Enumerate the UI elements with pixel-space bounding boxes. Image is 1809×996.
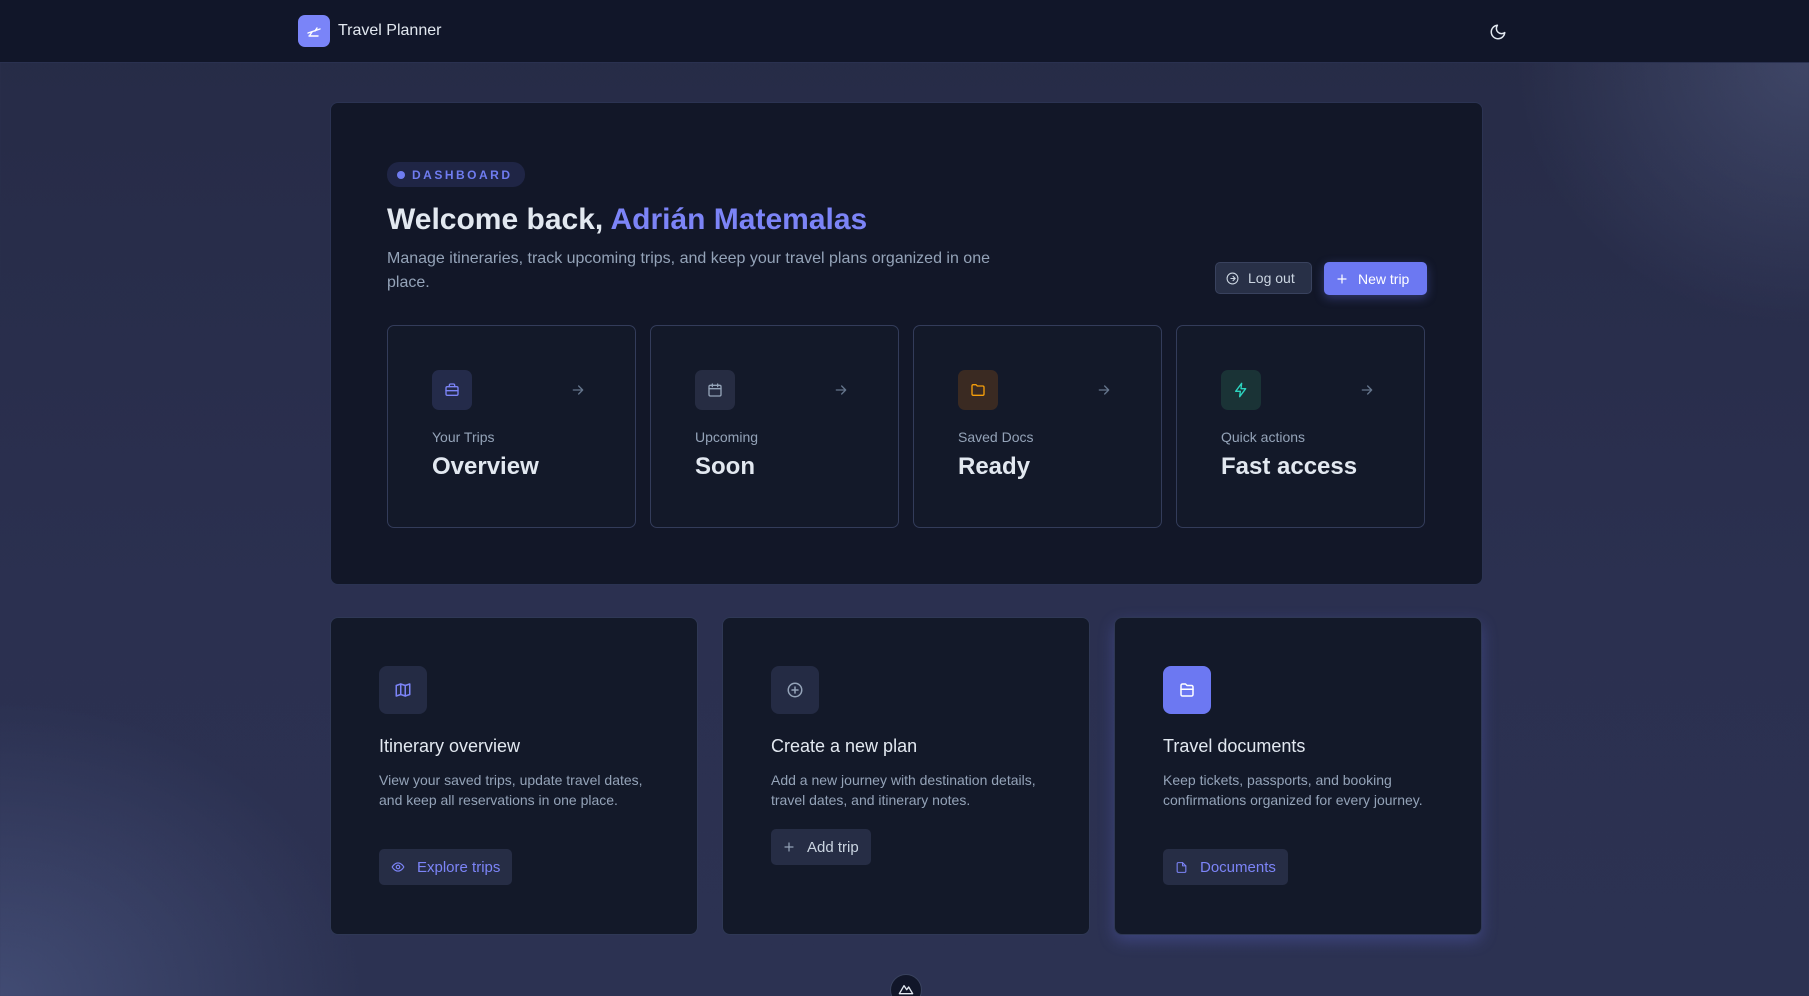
logout-label: Log out bbox=[1248, 270, 1295, 286]
plus-icon bbox=[1336, 273, 1348, 285]
logout-button[interactable]: Log out bbox=[1215, 262, 1312, 294]
stat-card-quick-actions[interactable]: Quick actions Fast access bbox=[1176, 325, 1425, 528]
create-plan-card: Create a new plan Add a new journey with… bbox=[722, 617, 1090, 935]
card-description: Keep tickets, passports, and booking con… bbox=[1163, 772, 1423, 808]
briefcase-icon bbox=[432, 370, 472, 410]
badge-label: DASHBOARD bbox=[412, 167, 513, 182]
mountain-icon[interactable] bbox=[890, 974, 922, 996]
explore-trips-label: Explore trips bbox=[417, 858, 501, 876]
stat-value: Overview bbox=[432, 453, 539, 480]
arrow-right-icon bbox=[572, 385, 584, 395]
calendar-icon bbox=[695, 370, 735, 410]
stat-label: Upcoming bbox=[695, 429, 759, 445]
card-title: Itinerary overview bbox=[379, 736, 521, 756]
new-trip-button[interactable]: New trip bbox=[1324, 262, 1427, 295]
eye-icon bbox=[391, 860, 405, 874]
stat-label: Saved Docs bbox=[958, 429, 1034, 445]
card-title: Travel documents bbox=[1163, 736, 1306, 756]
arrow-right-icon bbox=[1098, 385, 1110, 395]
documents-button[interactable]: Documents bbox=[1163, 849, 1288, 885]
page-subtitle: Manage itineraries, track upcoming trips… bbox=[387, 250, 990, 291]
user-name: Adrián Matemalas bbox=[610, 203, 868, 236]
dashboard-badge: DASHBOARD bbox=[387, 162, 525, 187]
plane-icon bbox=[298, 15, 330, 47]
document-folder-icon bbox=[1163, 666, 1211, 714]
badge-dot bbox=[397, 170, 405, 179]
stat-label: Your Trips bbox=[432, 429, 495, 445]
new-trip-label: New trip bbox=[1358, 270, 1410, 287]
dashboard-hero: DASHBOARD Welcome back, Adrián Matemalas… bbox=[330, 102, 1483, 585]
add-trip-label: Add trip bbox=[807, 838, 859, 856]
stat-label: Quick actions bbox=[1221, 429, 1306, 445]
welcome-prefix: Welcome back, bbox=[387, 203, 604, 236]
map-icon bbox=[379, 666, 427, 714]
moon-icon[interactable] bbox=[1484, 18, 1512, 46]
stat-value: Fast access bbox=[1221, 453, 1358, 480]
explore-trips-button[interactable]: Explore trips bbox=[379, 849, 513, 885]
add-trip-button[interactable]: Add trip bbox=[771, 829, 871, 865]
card-description: Add a new journey with destination detai… bbox=[771, 772, 1036, 808]
plus-icon bbox=[783, 841, 795, 853]
stat-value: Soon bbox=[695, 453, 755, 480]
page-title: Welcome back, Adrián Matemalas bbox=[387, 203, 867, 237]
card-title: Create a new plan bbox=[771, 736, 918, 756]
stat-card-saved-docs[interactable]: Saved Docs Ready bbox=[913, 325, 1162, 528]
documents-label: Documents bbox=[1200, 858, 1276, 876]
stat-card-upcoming[interactable]: Upcoming Soon bbox=[650, 325, 899, 528]
folder-icon bbox=[958, 370, 998, 410]
app-title: Travel Planner bbox=[338, 22, 442, 39]
plus-circle-icon bbox=[771, 666, 819, 714]
logout-icon bbox=[1226, 272, 1239, 285]
itinerary-overview-card: Itinerary overview View your saved trips… bbox=[330, 617, 698, 935]
arrow-right-icon bbox=[835, 385, 847, 395]
brand-home-link[interactable]: Travel Planner bbox=[298, 15, 441, 47]
stat-value: Ready bbox=[958, 453, 1031, 480]
travel-documents-card: Travel documents Keep tickets, passports… bbox=[1114, 617, 1482, 935]
lightning-icon bbox=[1221, 370, 1261, 410]
stat-card-your-trips[interactable]: Your Trips Overview bbox=[387, 325, 636, 528]
arrow-right-icon bbox=[1361, 385, 1373, 395]
card-description: View your saved trips, update travel dat… bbox=[379, 772, 643, 808]
top-navbar: Travel Planner bbox=[0, 0, 1809, 63]
file-icon bbox=[1175, 861, 1188, 874]
